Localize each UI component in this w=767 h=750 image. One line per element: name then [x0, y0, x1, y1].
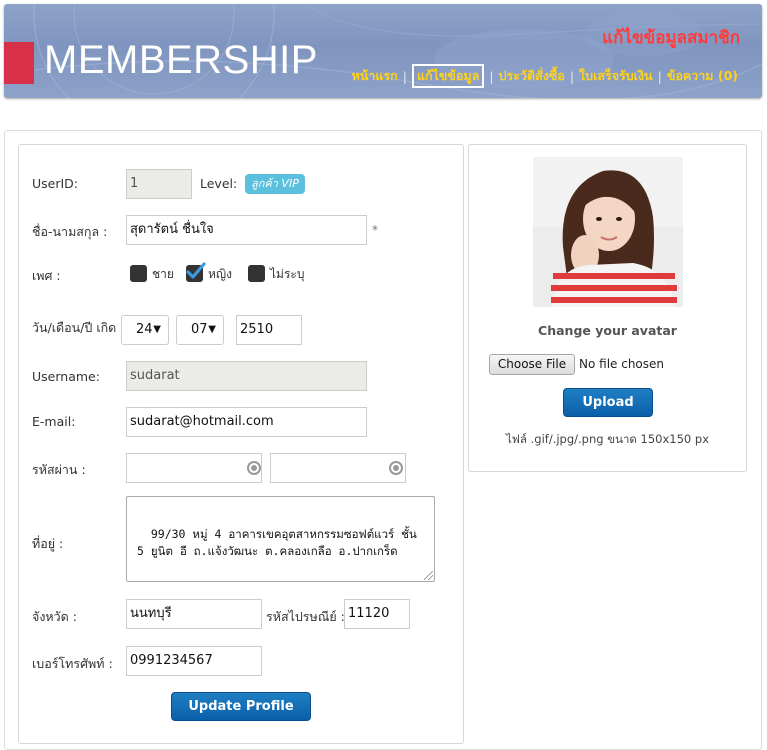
level-badge: ลูกค้า VIP	[245, 174, 305, 194]
birth-day-value: 24	[136, 322, 153, 337]
level-label: Level:	[200, 176, 238, 191]
top-nav: หน้าแรก | แก้ไขข้อมูล | ประวัติสั่งซื้อ …	[352, 64, 738, 88]
gender-female-checkbox[interactable]	[186, 262, 206, 282]
password-key-icon	[389, 461, 403, 475]
nav-separator: |	[657, 68, 662, 84]
gender-label: เพศ :	[32, 268, 61, 283]
phone-label: เบอร์โทรศัพท์ :	[32, 656, 113, 671]
nav-receipts[interactable]: ใบเสร็จรับเงิน	[579, 66, 653, 86]
header-banner: MEMBERSHIP แก้ไขข้อมูลสมาชิก หน้าแรก | แ…	[4, 4, 762, 98]
avatar-portrait	[533, 157, 683, 307]
checkmark-icon	[186, 262, 206, 279]
userid-field: 1	[126, 169, 192, 199]
logo-text: MEMBERSHIP	[44, 38, 318, 82]
name-input[interactable]: สุดารัตน์ ชื่นใจ	[126, 215, 367, 245]
username-field: sudarat	[126, 361, 367, 391]
phone-input[interactable]: 0991234567	[126, 646, 262, 676]
caret-down-icon: ▼	[208, 324, 216, 335]
birth-year-input[interactable]: 2510	[236, 315, 302, 345]
nav-separator: |	[402, 68, 407, 84]
avatar-heading: Change your avatar	[538, 323, 677, 338]
password-input[interactable]	[126, 453, 262, 483]
nav-home[interactable]: หน้าแรก	[352, 66, 398, 86]
gender-female-label: หญิง	[208, 267, 232, 281]
gender-male-checkbox[interactable]	[130, 265, 147, 282]
postcode-label: รหัสไปรษณีย์ :	[266, 609, 345, 624]
nav-edit-profile[interactable]: แก้ไขข้อมูล	[411, 64, 485, 88]
password-confirm-input[interactable]	[270, 453, 406, 483]
birth-month-select[interactable]: 07 ▼	[176, 315, 224, 345]
no-file-text: No file chosen	[579, 357, 665, 371]
nav-order-history[interactable]: ประวัติสั่งซื้อ	[499, 66, 565, 86]
resize-grip-icon[interactable]	[424, 571, 433, 580]
province-label: จังหวัด :	[32, 609, 77, 624]
nav-separator: |	[489, 68, 494, 84]
avatar-hint: ไฟล์ .gif/.jpg/.png ขนาด 150x150 px	[506, 432, 709, 446]
required-mark: *	[372, 223, 378, 237]
choose-file-button[interactable]: Choose File	[489, 354, 575, 375]
name-label: ชื่อ-นามสกุล :	[32, 224, 108, 239]
page-heading: แก้ไขข้อมูลสมาชิก	[602, 28, 740, 48]
logo-red-block	[4, 42, 34, 84]
password-key-icon	[247, 461, 261, 475]
upload-button[interactable]: Upload	[563, 388, 653, 417]
birth-month-value: 07	[191, 322, 208, 337]
postcode-input[interactable]: 11120	[344, 599, 410, 629]
birth-day-select[interactable]: 24 ▼	[121, 315, 169, 345]
address-textarea[interactable]: 99/30 หมู่ 4 อาคารเขคอุตสาหกรรมซอฟต์แวร์…	[126, 496, 435, 582]
username-label: Username:	[32, 369, 100, 384]
email-input[interactable]: sudarat@hotmail.com	[126, 407, 367, 437]
password-label: รหัสผ่าน :	[32, 462, 86, 477]
gender-unspecified-checkbox[interactable]	[248, 265, 265, 282]
birthdate-label: วัน/เดือน/ปี เกิด :	[32, 320, 125, 335]
update-profile-button[interactable]: Update Profile	[171, 692, 311, 721]
nav-messages[interactable]: ข้อความ (0)	[667, 66, 738, 86]
email-label: E-mail:	[32, 414, 76, 429]
userid-label: UserID:	[32, 176, 79, 191]
avatar-image	[533, 157, 683, 307]
nav-separator: |	[569, 68, 575, 84]
address-label: ที่อยู่ :	[32, 536, 64, 551]
gender-unspecified-label: ไม่ระบุ	[270, 267, 305, 281]
gender-male-label: ชาย	[152, 267, 174, 281]
caret-down-icon: ▼	[153, 324, 161, 335]
address-value: 99/30 หมู่ 4 อาคารเขคอุตสาหกรรมซอฟต์แวร์…	[137, 527, 424, 558]
province-input[interactable]: นนทบุรี	[126, 599, 262, 629]
